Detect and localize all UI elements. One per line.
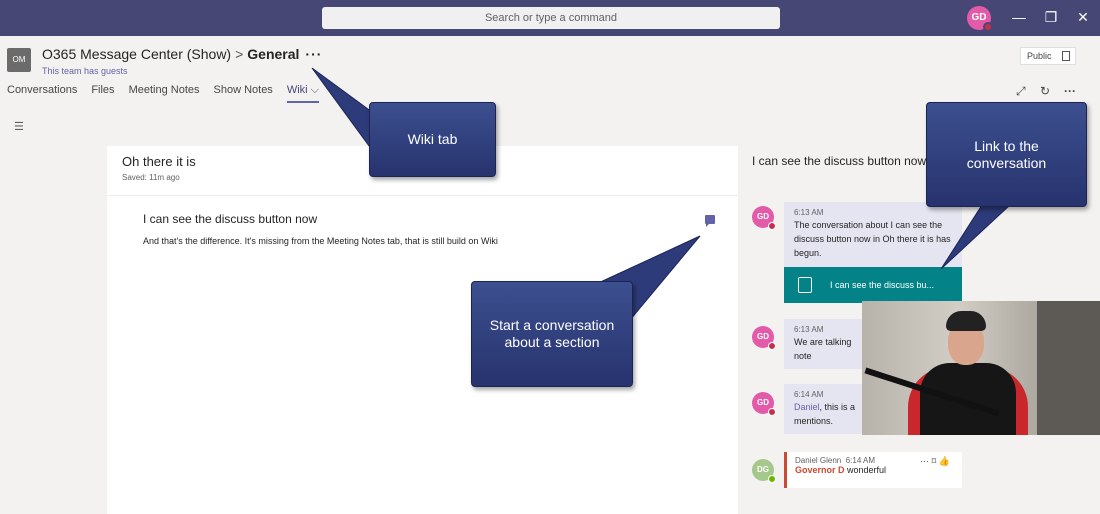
callout-link-conversation: Link to the conversation (926, 102, 1087, 207)
callout-pointers (311, 67, 1012, 333)
callout-wiki-tab: Wiki tab (369, 102, 496, 177)
wiki-tab-pointer (311, 67, 373, 152)
link-pointer (940, 204, 1012, 270)
callout-start-conversation: Start a conversation about a section (471, 281, 633, 387)
